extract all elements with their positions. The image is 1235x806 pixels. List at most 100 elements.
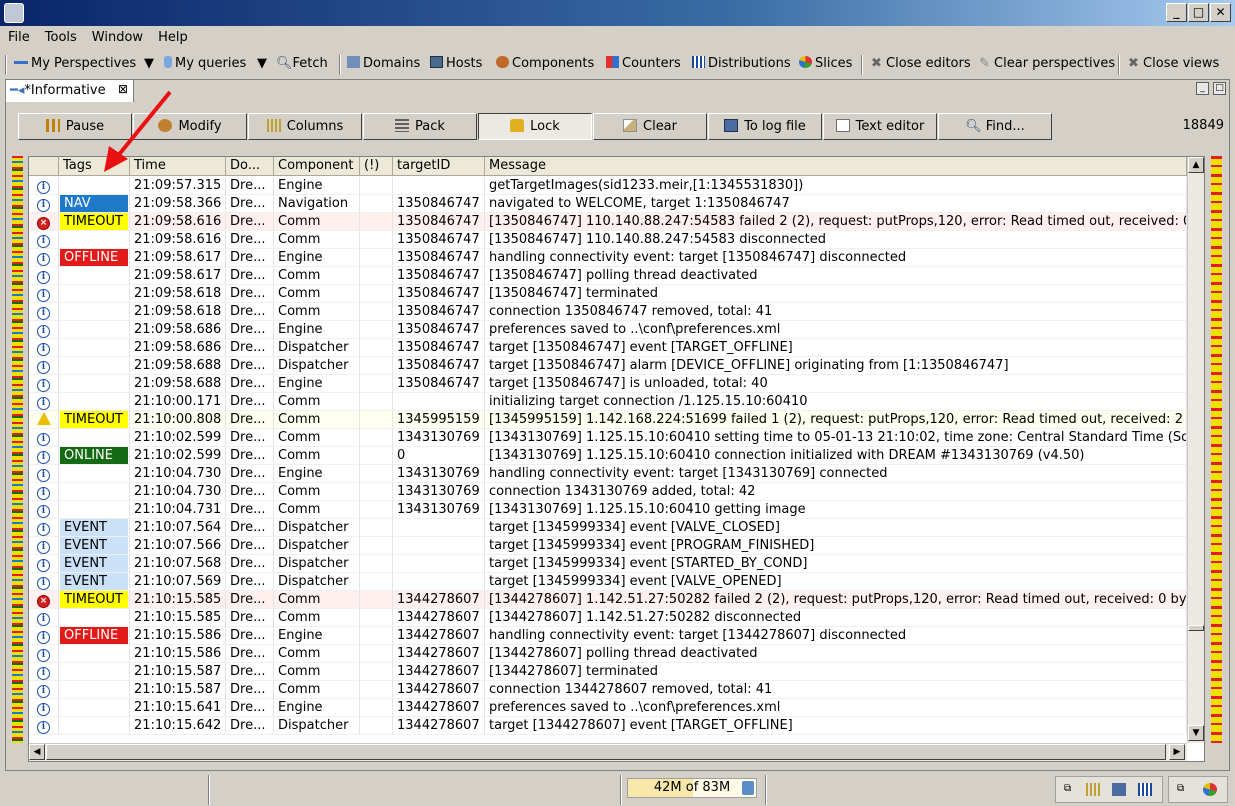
hosts-button[interactable]: Hosts [430,56,482,71]
minimize-view-button[interactable]: _ [1196,82,1209,95]
maximize-button[interactable]: □ [1188,3,1209,22]
level-cell: i [29,519,59,537]
tag-cell [59,429,130,447]
column-header[interactable]: targetID [393,157,485,176]
table-row[interactable]: i 21:10:00.171 Dre... Comm initializing targ… [29,393,1187,411]
domain-cell: Dre... [226,465,274,483]
my-perspectives-button[interactable]: My Perspectives [14,56,136,71]
text-editor-button[interactable]: Text editor [823,113,937,140]
vertical-scrollbar[interactable]: ▲ ▼ [1187,157,1204,743]
modify-button[interactable]: Modify [133,113,247,140]
table-row[interactable]: i 21:09:58.688 Dre... Engine 1350846747 targe… [29,375,1187,393]
close-views-button[interactable]: ✖ Close views [1128,56,1219,71]
column-header[interactable]: (!) [360,157,393,176]
table-row[interactable]: i EVENT 21:10:07.569 Dre... Dispatcher target… [29,573,1187,591]
table-row[interactable]: i 21:09:58.686 Dre... Dispatcher 1350846747 t… [29,339,1187,357]
minimize-button[interactable]: _ [1166,3,1187,22]
slices-button[interactable]: Slices [799,56,852,71]
column-header[interactable] [29,157,59,176]
pause-button[interactable]: Pause [18,113,132,140]
table-row[interactable]: × TIMEOUT 21:10:15.585 Dre... Comm 1344278607… [29,591,1187,609]
column-header[interactable]: Message [485,157,1187,176]
table-row[interactable]: i EVENT 21:10:07.564 Dre... Dispatcher target… [29,519,1187,537]
level-cell: i [29,321,59,339]
components-button[interactable]: Components [496,56,594,71]
target-cell: 1343130769 [393,465,485,483]
tab-informative[interactable]: ━◂*Informative ⊠ [6,80,134,102]
restore-icon[interactable]: ⧉ [1177,783,1191,796]
table-row[interactable]: i EVENT 21:10:07.568 Dre... Dispatcher target… [29,555,1187,573]
pack-button[interactable]: Pack [363,113,477,140]
table-row[interactable]: i OFFLINE 21:10:15.586 Dre... Engine 13442786… [29,627,1187,645]
domains-button[interactable]: Domains [347,56,420,71]
level-cell: i [29,303,59,321]
target-cell: 1350846747 [393,303,485,321]
close-window-button[interactable]: ✕ [1210,3,1231,22]
columns-icon[interactable] [1086,783,1100,796]
fetch-button[interactable]: 🔍︎Fetch [276,56,328,71]
table-row[interactable]: i 21:09:58.688 Dre... Dispatcher 1350846747 t… [29,357,1187,375]
perspectives-dropdown-icon[interactable]: ▼ [144,56,154,71]
table-row[interactable]: × TIMEOUT 21:09:58.616 Dre... Comm 1350846747… [29,213,1187,231]
heap-status[interactable]: 42M of 83M [627,778,757,798]
scroll-left-arrow[interactable]: ◀ [29,744,45,760]
table-row[interactable]: TIMEOUT 21:10:00.808 Dre... Comm 1345995159[… [29,411,1187,429]
to-log-file-button[interactable]: To log file [708,113,822,140]
flag-cell [360,231,393,249]
find-button[interactable]: 🔍︎ Find... [938,113,1052,140]
restore-icon[interactable]: ⧉ [1064,783,1078,796]
horizontal-scrollbar[interactable]: ◀ ▶ [29,743,1187,761]
clear-button[interactable]: Clear [593,113,707,140]
column-header[interactable]: Time [130,157,226,176]
menu-file[interactable]: File [0,27,37,45]
table-row[interactable]: i 21:09:57.315 Dre... Engine getTargetImages… [29,177,1187,195]
table-row[interactable]: i NAV 21:09:58.366 Dre... Navigation 13508467… [29,195,1187,213]
table-row[interactable]: i 21:09:58.616 Dre... Comm 1350846747 [135084… [29,231,1187,249]
list-icon[interactable] [1112,783,1126,796]
maximize-view-button[interactable]: □ [1213,82,1226,95]
table-row[interactable]: i EVENT 21:10:07.566 Dre... Dispatcher target… [29,537,1187,555]
my-queries-button[interactable]: My queries [164,56,246,71]
column-header[interactable]: Component [274,157,360,176]
menu-tools[interactable]: Tools [37,27,84,45]
table-row[interactable]: i 21:10:04.730 Dre... Comm 1343130769 connect… [29,483,1187,501]
close-editors-button[interactable]: ✖ Close editors [871,56,971,71]
bar-chart-icon[interactable] [1138,783,1152,796]
table-row[interactable]: i 21:09:58.618 Dre... Comm 1350846747 [135084… [29,285,1187,303]
right-overview-stripe[interactable] [1211,156,1222,743]
table-row[interactable]: i 21:09:58.686 Dre... Engine 1350846747 prefe… [29,321,1187,339]
scroll-down-arrow[interactable]: ▼ [1188,725,1204,741]
table-row[interactable]: i 21:10:04.730 Dre... Engine 1343130769 handl… [29,465,1187,483]
table-row[interactable]: i 21:09:58.617 Dre... Comm 1350846747 [135084… [29,267,1187,285]
left-overview-stripe[interactable] [12,156,23,743]
column-header[interactable]: Tags [59,157,130,176]
distributions-button[interactable]: Distributions [692,56,791,71]
lock-button[interactable]: Lock [478,113,592,140]
column-header[interactable]: Do... [226,157,274,176]
scroll-up-arrow[interactable]: ▲ [1188,157,1204,173]
table-row[interactable]: i 21:10:15.587 Dre... Comm 1344278607 [134427… [29,663,1187,681]
menu-help[interactable]: Help [150,27,195,45]
vertical-scroll-thumb[interactable] [1188,625,1204,631]
queries-dropdown-icon[interactable]: ▼ [257,56,267,71]
table-row[interactable]: i ONLINE 21:10:02.599 Dre... Comm 0 [134313076… [29,447,1187,465]
table-row[interactable]: i 21:10:15.586 Dre... Comm 1344278607 [134427… [29,645,1187,663]
table-row[interactable]: i 21:09:58.618 Dre... Comm 1350846747 connect… [29,303,1187,321]
table-row[interactable]: i 21:10:15.642 Dre... Dispatcher 1344278607 t… [29,717,1187,735]
table-row[interactable]: i 21:10:04.731 Dre... Comm 1343130769 [134313… [29,501,1187,519]
clear-perspectives-button[interactable]: ✎ Clear perspectives [979,56,1115,71]
horizontal-scroll-thumb[interactable] [46,744,1166,760]
counters-button[interactable]: Counters [606,56,681,71]
trash-icon[interactable] [742,781,754,795]
table-row[interactable]: i 21:10:15.641 Dre... Engine 1344278607 prefe… [29,699,1187,717]
table-row[interactable]: i OFFLINE 21:09:58.617 Dre... Engine 13508467… [29,249,1187,267]
menu-window[interactable]: Window [84,27,150,45]
table-row[interactable]: i 21:10:02.599 Dre... Comm 1343130769 [134313… [29,429,1187,447]
columns-button[interactable]: Columns [248,113,362,140]
table-row[interactable]: i 21:10:15.587 Dre... Comm 1344278607 connect… [29,681,1187,699]
tag-cell: EVENT [59,573,130,591]
pie-chart-icon[interactable] [1203,783,1217,796]
scroll-right-arrow[interactable]: ▶ [1169,744,1185,760]
table-row[interactable]: i 21:10:15.585 Dre... Comm 1344278607 [134427… [29,609,1187,627]
tab-close-icon[interactable]: ⊠ [118,82,128,96]
